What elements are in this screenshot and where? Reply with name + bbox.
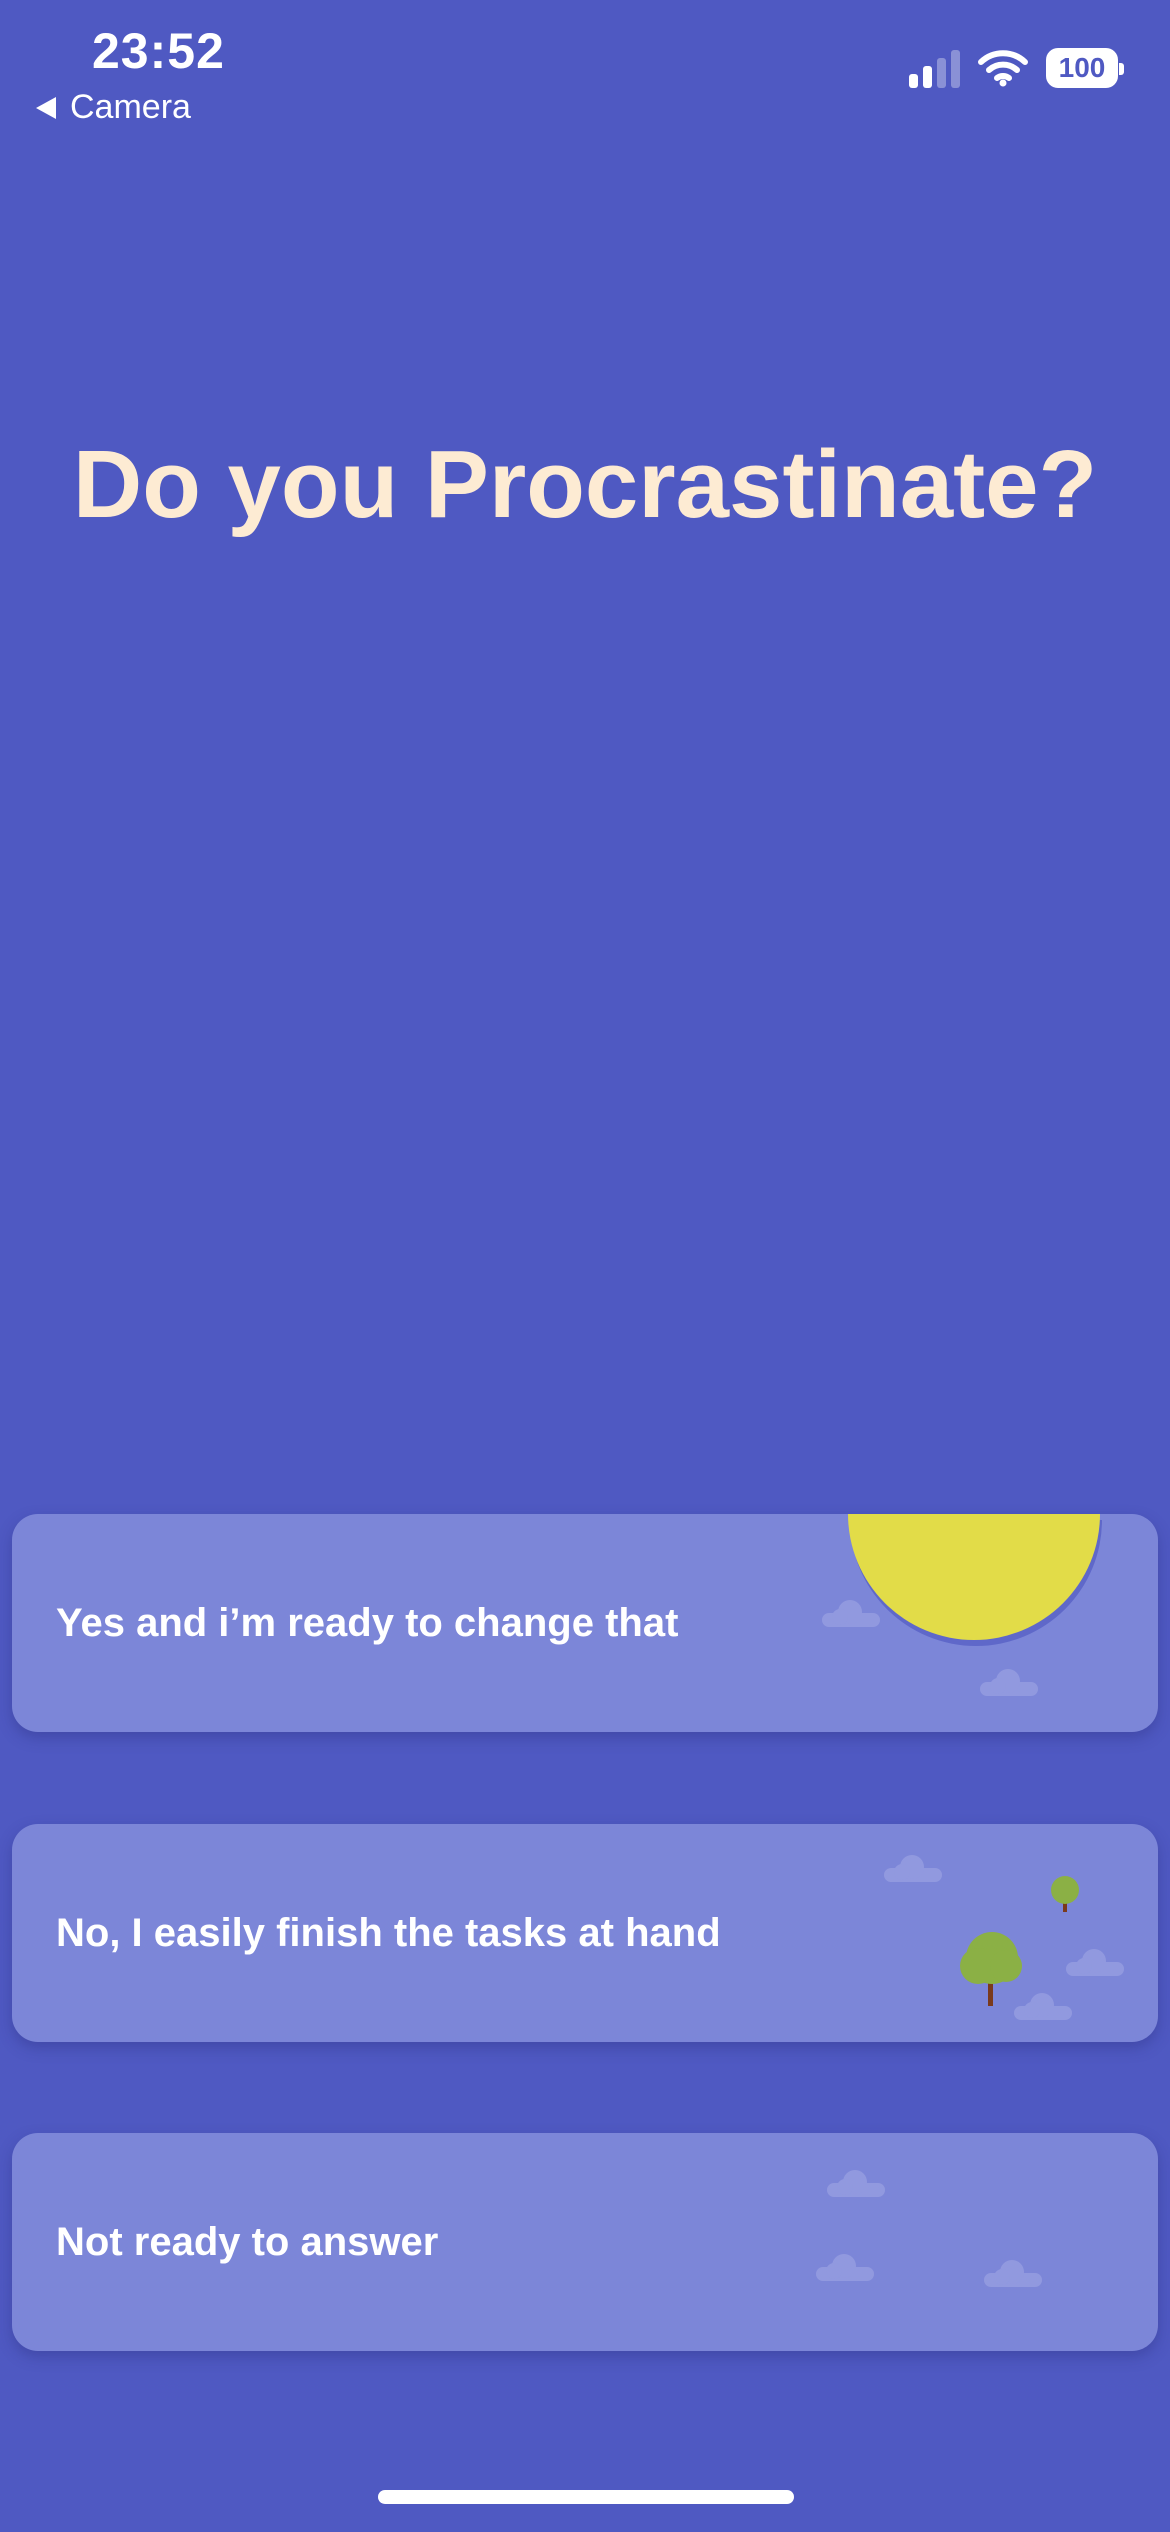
- back-arrow-icon: [36, 96, 56, 119]
- option-no-label: No, I easily finish the tasks at hand: [56, 1910, 721, 1955]
- large-tree: [960, 1932, 1022, 2006]
- option-yes-button[interactable]: Yes and i’m ready to change that: [12, 1514, 1158, 1732]
- option-not-ready-button[interactable]: Not ready to answer: [12, 2133, 1158, 2351]
- option-yes-label: Yes and i’m ready to change that: [56, 1600, 679, 1645]
- back-link-label: Camera: [70, 88, 191, 126]
- page-title: Do you Procrastinate?: [72, 431, 1098, 538]
- option-not-ready-label: Not ready to answer: [56, 2219, 439, 2264]
- battery-level: 100: [1058, 52, 1106, 83]
- small-tree: [1051, 1876, 1079, 1912]
- back-to-camera-link[interactable]: Camera: [36, 88, 191, 127]
- status-time: 23:52: [92, 23, 225, 79]
- home-indicator[interactable]: [378, 2490, 794, 2504]
- battery-icon: 100: [1046, 48, 1124, 88]
- wifi-icon: [978, 50, 1028, 87]
- option-no-button[interactable]: No, I easily finish the tasks at hand: [12, 1824, 1158, 2042]
- signal-icon: [909, 48, 960, 88]
- status-indicators: 100: [909, 48, 1124, 88]
